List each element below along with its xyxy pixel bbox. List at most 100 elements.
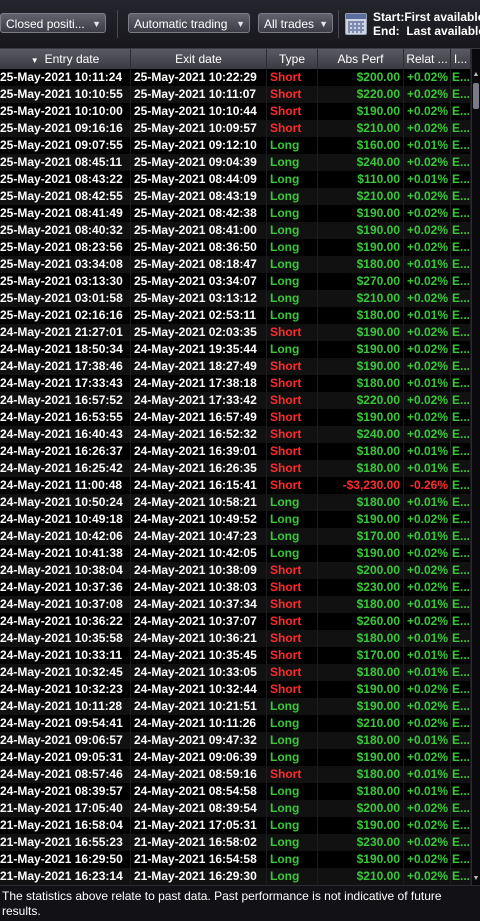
entry-date-cell: 24-May-2021 17:38:46: [0, 358, 131, 375]
type-cell: Short: [267, 358, 318, 375]
table-row[interactable]: 24-May-2021 09:05:31 24-May-2021 09:06:39…: [0, 749, 471, 766]
exit-date-cell: 24-May-2021 09:06:39: [131, 749, 267, 766]
abs-perf-cell: $170.00: [318, 528, 404, 545]
table-row[interactable]: 25-May-2021 08:41:49 25-May-2021 08:42:38…: [0, 205, 471, 222]
table-row[interactable]: 24-May-2021 10:50:24 24-May-2021 10:58:21…: [0, 494, 471, 511]
column-header-entry-date[interactable]: ▼ Entry date: [0, 49, 131, 69]
type-cell: Short: [267, 443, 318, 460]
table-row[interactable]: 25-May-2021 10:11:24 25-May-2021 10:22:29…: [0, 69, 471, 86]
table-row[interactable]: 24-May-2021 17:33:43 24-May-2021 17:38:18…: [0, 375, 471, 392]
table-row[interactable]: 21-May-2021 16:58:04 21-May-2021 17:05:31…: [0, 817, 471, 834]
column-header-exit-date[interactable]: Exit date: [131, 49, 267, 69]
scroll-down-icon[interactable]: ▼: [472, 873, 480, 885]
entry-date-cell: 25-May-2021 08:43:22: [0, 171, 131, 188]
instrument-cell: E...: [452, 426, 471, 443]
table-row[interactable]: 25-May-2021 09:07:55 25-May-2021 09:12:10…: [0, 137, 471, 154]
table-row[interactable]: 24-May-2021 10:32:23 24-May-2021 10:32:44…: [0, 681, 471, 698]
exit-date-cell: 24-May-2021 16:52:32: [131, 426, 267, 443]
exit-date-cell: 24-May-2021 10:36:21: [131, 630, 267, 647]
table-row[interactable]: 25-May-2021 02:16:16 25-May-2021 02:53:11…: [0, 307, 471, 324]
table-row[interactable]: 25-May-2021 03:13:30 25-May-2021 03:34:07…: [0, 273, 471, 290]
instrument-cell: E...: [452, 137, 471, 154]
table-row[interactable]: 21-May-2021 16:23:14 21-May-2021 16:29:30…: [0, 868, 471, 885]
abs-perf-cell: $180.00: [318, 460, 404, 477]
scrollbar-thumb[interactable]: [473, 83, 479, 109]
table-row[interactable]: 25-May-2021 08:40:32 25-May-2021 08:41:00…: [0, 222, 471, 239]
table-row[interactable]: 24-May-2021 11:00:48 24-May-2021 16:15:41…: [0, 477, 471, 494]
table-row[interactable]: 25-May-2021 08:23:56 25-May-2021 08:36:50…: [0, 239, 471, 256]
abs-perf-cell: $190.00: [318, 545, 404, 562]
table-row[interactable]: 24-May-2021 08:57:46 24-May-2021 08:59:16…: [0, 766, 471, 783]
table-row[interactable]: 21-May-2021 16:29:50 21-May-2021 16:54:58…: [0, 851, 471, 868]
trading-filter-dropdown[interactable]: Automatic trading ▼: [128, 13, 250, 33]
table-row[interactable]: 24-May-2021 16:53:55 24-May-2021 16:57:49…: [0, 409, 471, 426]
table-row[interactable]: 25-May-2021 03:34:08 25-May-2021 08:18:47…: [0, 256, 471, 273]
table-row[interactable]: 24-May-2021 10:36:22 24-May-2021 10:37:07…: [0, 613, 471, 630]
instrument-cell: E...: [452, 86, 471, 103]
table-row[interactable]: 25-May-2021 08:45:11 25-May-2021 09:04:39…: [0, 154, 471, 171]
table-row[interactable]: 24-May-2021 16:25:42 24-May-2021 16:26:35…: [0, 460, 471, 477]
table-row[interactable]: 24-May-2021 10:11:28 24-May-2021 10:21:51…: [0, 698, 471, 715]
relative-perf-cell: +0.02%: [404, 290, 451, 307]
entry-date-cell: 21-May-2021 16:29:50: [0, 851, 131, 868]
exit-date-cell: 24-May-2021 08:39:54: [131, 800, 267, 817]
table-row[interactable]: 24-May-2021 10:38:04 24-May-2021 10:38:09…: [0, 562, 471, 579]
type-cell: Long: [267, 222, 318, 239]
table-row[interactable]: 24-May-2021 10:37:08 24-May-2021 10:37:34…: [0, 596, 471, 613]
table-row[interactable]: 21-May-2021 17:05:40 24-May-2021 08:39:54…: [0, 800, 471, 817]
exit-date-cell: 24-May-2021 10:38:09: [131, 562, 267, 579]
table-row[interactable]: 25-May-2021 08:42:55 25-May-2021 08:43:19…: [0, 188, 471, 205]
type-cell: Short: [267, 562, 318, 579]
instrument-cell: E...: [452, 800, 471, 817]
entry-date-cell: 24-May-2021 10:32:45: [0, 664, 131, 681]
calendar-icon[interactable]: [345, 13, 367, 35]
column-header-relative-perf[interactable]: Relat ...: [404, 49, 451, 69]
table-row[interactable]: 24-May-2021 18:50:34 24-May-2021 19:35:44…: [0, 341, 471, 358]
table-row[interactable]: 24-May-2021 10:33:11 24-May-2021 10:35:45…: [0, 647, 471, 664]
table-row[interactable]: 24-May-2021 10:35:58 24-May-2021 10:36:21…: [0, 630, 471, 647]
table-row[interactable]: 25-May-2021 10:10:55 25-May-2021 10:11:07…: [0, 86, 471, 103]
table-row[interactable]: 21-May-2021 16:55:23 21-May-2021 16:58:02…: [0, 834, 471, 851]
exit-date-cell: 25-May-2021 08:18:47: [131, 256, 267, 273]
type-cell: Short: [267, 392, 318, 409]
table-row[interactable]: 24-May-2021 16:26:37 24-May-2021 16:39:01…: [0, 443, 471, 460]
entry-date-cell: 24-May-2021 17:33:43: [0, 375, 131, 392]
positions-filter-dropdown[interactable]: Closed positi... ▼: [0, 13, 106, 33]
type-cell: Long: [267, 307, 318, 324]
abs-perf-cell: $210.00: [318, 120, 404, 137]
table-row[interactable]: 24-May-2021 10:37:36 24-May-2021 10:38:03…: [0, 579, 471, 596]
instrument-cell: E...: [452, 834, 471, 851]
entry-date-cell: 24-May-2021 10:41:38: [0, 545, 131, 562]
table-row[interactable]: 24-May-2021 10:42:06 24-May-2021 10:47:23…: [0, 528, 471, 545]
column-header-instrument[interactable]: I...: [451, 49, 471, 69]
table-row[interactable]: 25-May-2021 08:43:22 25-May-2021 08:44:09…: [0, 171, 471, 188]
table-row[interactable]: 25-May-2021 10:10:00 25-May-2021 10:10:44…: [0, 103, 471, 120]
exit-date-cell: 25-May-2021 08:36:50: [131, 239, 267, 256]
trades-filter-dropdown[interactable]: All trades ▼: [258, 13, 333, 33]
table-row[interactable]: 25-May-2021 09:16:16 25-May-2021 10:09:57…: [0, 120, 471, 137]
column-header-abs-perf[interactable]: Abs Perf: [318, 49, 404, 69]
abs-perf-cell: $220.00: [318, 86, 404, 103]
table-row[interactable]: 24-May-2021 09:06:57 24-May-2021 09:47:32…: [0, 732, 471, 749]
instrument-cell: E...: [452, 783, 471, 800]
instrument-cell: E...: [452, 290, 471, 307]
abs-perf-cell: $180.00: [318, 256, 404, 273]
table-row[interactable]: 24-May-2021 17:38:46 24-May-2021 18:27:49…: [0, 358, 471, 375]
table-row[interactable]: 24-May-2021 10:32:45 24-May-2021 10:33:05…: [0, 664, 471, 681]
abs-perf-cell: $210.00: [318, 715, 404, 732]
instrument-cell: E...: [452, 681, 471, 698]
table-row[interactable]: 24-May-2021 08:39:57 24-May-2021 08:54:58…: [0, 783, 471, 800]
table-row[interactable]: 24-May-2021 16:57:52 24-May-2021 17:33:42…: [0, 392, 471, 409]
table-row[interactable]: 24-May-2021 09:54:41 24-May-2021 10:11:26…: [0, 715, 471, 732]
vertical-scrollbar[interactable]: ▲ ▼: [471, 49, 480, 885]
abs-perf-cell: $180.00: [318, 307, 404, 324]
table-row[interactable]: 24-May-2021 16:40:43 24-May-2021 16:52:32…: [0, 426, 471, 443]
table-row[interactable]: 24-May-2021 21:27:01 25-May-2021 02:03:35…: [0, 324, 471, 341]
table-row[interactable]: 25-May-2021 03:01:58 25-May-2021 03:13:12…: [0, 290, 471, 307]
column-header-type[interactable]: Type: [267, 49, 318, 69]
table-row[interactable]: 24-May-2021 10:49:18 24-May-2021 10:49:52…: [0, 511, 471, 528]
scroll-up-icon[interactable]: ▲: [472, 69, 480, 81]
date-range: Start:First available End: Last availabl…: [373, 10, 480, 38]
instrument-cell: E...: [452, 511, 471, 528]
table-row[interactable]: 24-May-2021 10:41:38 24-May-2021 10:42:05…: [0, 545, 471, 562]
